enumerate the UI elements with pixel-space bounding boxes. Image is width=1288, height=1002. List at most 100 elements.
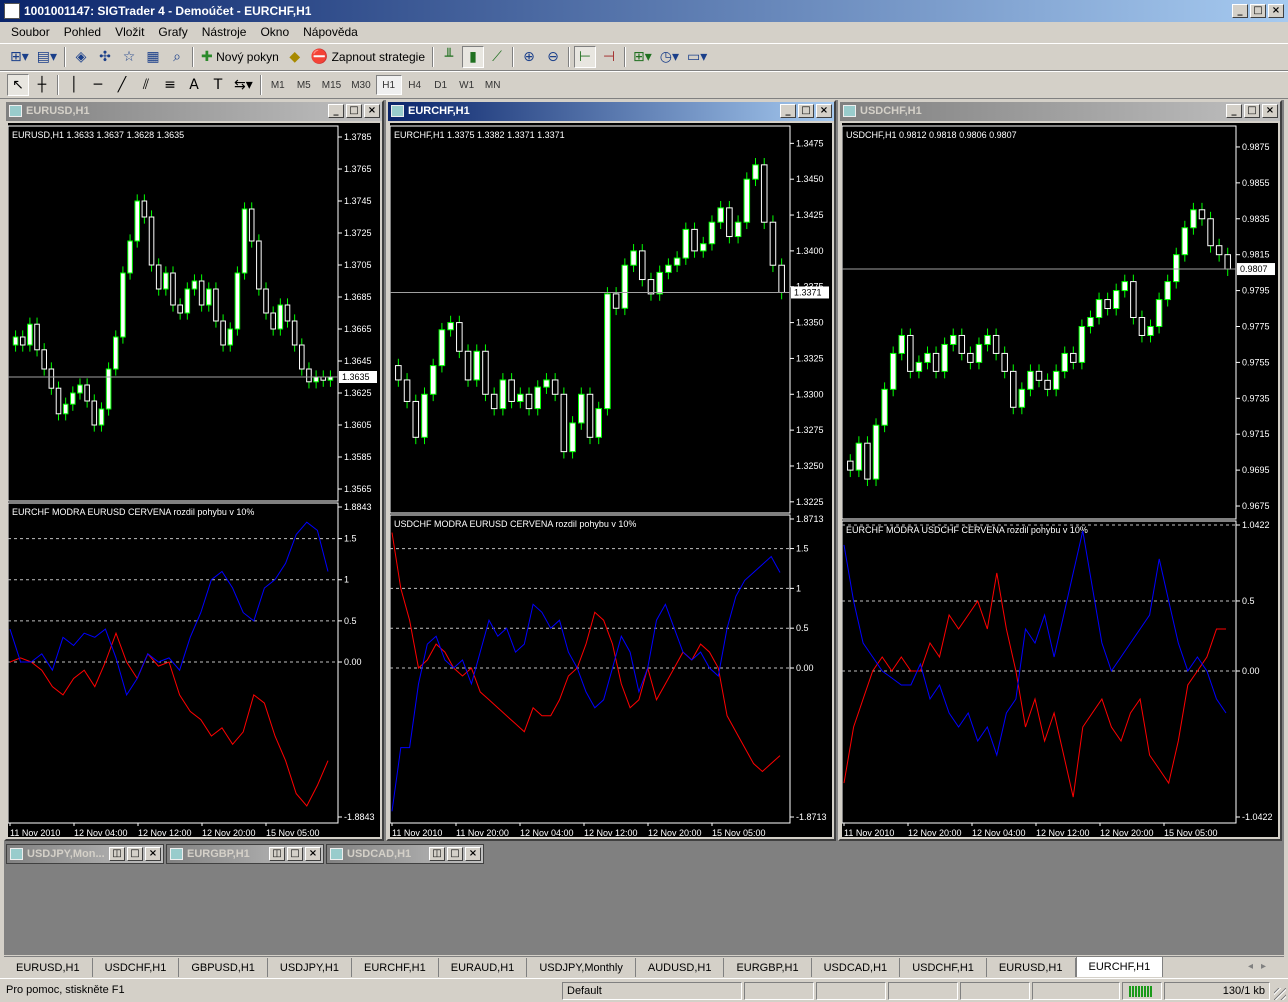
zoom-out-button[interactable]: ⊖	[542, 46, 564, 68]
menu-charts[interactable]: Grafy	[151, 25, 194, 39]
candlestick-button[interactable]: ▮	[462, 46, 484, 68]
menu-help[interactable]: Nápověda	[296, 25, 365, 39]
price-tick-label: 1.3745	[344, 196, 372, 206]
chart-maximize-button[interactable]: □	[798, 104, 814, 118]
horizontal-line-tool[interactable]: ─	[87, 74, 109, 96]
timeframe-m1[interactable]: M1	[265, 75, 291, 95]
timeframe-m5[interactable]: M5	[291, 75, 317, 95]
menu-file[interactable]: Soubor	[4, 25, 57, 39]
chart-close-button[interactable]: ×	[364, 104, 380, 118]
timeframe-h4[interactable]: H4	[402, 75, 428, 95]
chart-window-title-bar[interactable]: USDCHF,H1 _ □ ×	[840, 102, 1280, 121]
tab-eurchf-h1[interactable]: EURCHF,H1	[352, 958, 439, 977]
close-button[interactable]: ×	[305, 847, 321, 861]
meta-editor-button[interactable]: ◆	[284, 46, 306, 68]
chart-window-title-bar[interactable]: EURUSD,H1 _ □ ×	[6, 102, 382, 121]
channel-icon: ⫽	[142, 77, 150, 93]
trend-line-tool[interactable]: ╱	[111, 74, 133, 96]
tab-usdjpy-monthly[interactable]: USDJPY,Monthly	[527, 958, 636, 977]
new-chart-button[interactable]: ⊞▾	[7, 46, 32, 68]
chart-canvas[interactable]: EURCHF,H1 1.3375 1.3382 1.3371 1.3371 1.3…	[390, 123, 832, 837]
menu-window[interactable]: Okno	[253, 25, 296, 39]
timeframe-m30[interactable]: M30	[346, 75, 375, 95]
timeframe-d1[interactable]: D1	[428, 75, 454, 95]
tab-usdchf-h1-2[interactable]: USDCHF,H1	[900, 958, 987, 977]
fibonacci-tool[interactable]: ≡	[159, 74, 181, 96]
minimized-window-usdjpy[interactable]: USDJPY,Mon... ◫ □ ×	[6, 844, 164, 864]
timeframe-w1[interactable]: W1	[454, 75, 480, 95]
periods-button[interactable]: ◷▾	[657, 46, 682, 68]
tab-eurusd-h1[interactable]: EURUSD,H1	[4, 958, 93, 977]
chart-area[interactable]: EURUSD,H1 1.3633 1.3637 1.3628 1.3635 1.3…	[8, 123, 380, 837]
tab-gbpusd-h1[interactable]: GBPUSD,H1	[179, 958, 268, 977]
tab-usdjpy-h1[interactable]: USDJPY,H1	[268, 958, 352, 977]
tab-scroll-arrows[interactable]: ◂▸	[1248, 961, 1274, 972]
menu-tools[interactable]: Nástroje	[195, 25, 254, 39]
chart-window-eurusd[interactable]: EURUSD,H1 _ □ × EURUSD,H1 1.3633 1.3637 …	[4, 100, 384, 841]
restore-button[interactable]: ◫	[429, 847, 445, 861]
chart-minimize-button[interactable]: _	[780, 104, 796, 118]
tab-eurchf-h1-active[interactable]: EURCHF,H1	[1075, 956, 1164, 977]
new-order-button[interactable]: ✚ Nový pokyn	[198, 46, 282, 68]
resize-grip-icon[interactable]	[1274, 988, 1286, 1000]
auto-scroll-button[interactable]: ⊢	[574, 46, 596, 68]
maximize-button[interactable]: □	[287, 847, 303, 861]
timeframe-m15[interactable]: M15	[317, 75, 346, 95]
templates-button[interactable]: ▭▾	[684, 46, 710, 68]
chart-maximize-button[interactable]: □	[346, 104, 362, 118]
restore-button[interactable]: ◫	[109, 847, 125, 861]
bar-chart-button[interactable]: ╨	[438, 46, 460, 68]
label-tool[interactable]: T	[207, 74, 229, 96]
market-watch-button[interactable]: ◈	[70, 46, 92, 68]
timeframe-mn[interactable]: MN	[480, 75, 506, 95]
data-window-button[interactable]: ✣	[94, 46, 116, 68]
maximize-button[interactable]: □	[127, 847, 143, 861]
chart-minimize-button[interactable]: _	[1226, 104, 1242, 118]
crosshair-tool[interactable]: ┼	[31, 74, 53, 96]
indicators-button[interactable]: ⊞▾	[630, 46, 655, 68]
tab-eurgbp-h1[interactable]: EURGBP,H1	[724, 958, 812, 977]
restore-button[interactable]: ◫	[269, 847, 285, 861]
chart-maximize-button[interactable]: □	[1244, 104, 1260, 118]
channel-tool[interactable]: ⫽	[135, 74, 157, 96]
chart-area[interactable]: USDCHF,H1 0.9812 0.9818 0.9806 0.9807 0.9…	[842, 123, 1278, 837]
maximize-button[interactable]: □	[447, 847, 463, 861]
chart-area[interactable]: EURCHF,H1 1.3375 1.3382 1.3371 1.3371 1.3…	[390, 123, 832, 837]
cursor-tool[interactable]: ↖	[7, 74, 29, 96]
timeframe-h1[interactable]: H1	[375, 75, 402, 95]
start-strategy-button[interactable]: ⛔ Zapnout strategie	[308, 46, 428, 68]
navigator-button[interactable]: ☆	[118, 46, 140, 68]
menu-insert[interactable]: Vložit	[108, 25, 151, 39]
minimized-window-eurgbp[interactable]: EURGBP,H1 ◫ □ ×	[166, 844, 324, 864]
tester-button[interactable]: ⌕	[166, 46, 188, 68]
chart-window-title-bar[interactable]: EURCHF,H1 _ □ ×	[388, 102, 834, 121]
chart-shift-button[interactable]: ⊣	[598, 46, 620, 68]
text-tool[interactable]: A	[183, 74, 205, 96]
tab-eurusd-h1-2[interactable]: EURUSD,H1	[987, 958, 1076, 977]
vertical-line-tool[interactable]: │	[63, 74, 85, 96]
arrows-tool[interactable]: ⇆▾	[231, 74, 256, 96]
tab-usdchf-h1[interactable]: USDCHF,H1	[93, 958, 180, 977]
chart-close-button[interactable]: ×	[1262, 104, 1278, 118]
chart-window-eurchf[interactable]: EURCHF,H1 _ □ × EURCHF,H1 1.3375 1.3382 …	[386, 100, 836, 841]
close-button[interactable]: ×	[1268, 4, 1284, 18]
menu-view[interactable]: Pohled	[57, 25, 108, 39]
tab-audusd-h1[interactable]: AUDUSD,H1	[636, 958, 725, 977]
connection-indicator[interactable]	[1122, 982, 1162, 1000]
chart-close-button[interactable]: ×	[816, 104, 832, 118]
minimized-window-usdcad[interactable]: USDCAD,H1 ◫ □ ×	[326, 844, 484, 864]
terminal-button[interactable]: ▦	[142, 46, 164, 68]
chart-window-usdchf[interactable]: USDCHF,H1 _ □ × USDCHF,H1 0.9812 0.9818 …	[838, 100, 1282, 841]
maximize-button[interactable]: □	[1250, 4, 1266, 18]
zoom-in-button[interactable]: ⊕	[518, 46, 540, 68]
tab-euraud-h1[interactable]: EURAUD,H1	[439, 958, 528, 977]
close-button[interactable]: ×	[145, 847, 161, 861]
chart-minimize-button[interactable]: _	[328, 104, 344, 118]
tab-usdcad-h1[interactable]: USDCAD,H1	[812, 958, 901, 977]
profiles-button[interactable]: ▤▾	[34, 46, 60, 68]
chart-canvas[interactable]: EURUSD,H1 1.3633 1.3637 1.3628 1.3635 1.3…	[8, 123, 380, 837]
minimize-button[interactable]: _	[1232, 4, 1248, 18]
chart-canvas[interactable]: USDCHF,H1 0.9812 0.9818 0.9806 0.9807 0.9…	[842, 123, 1278, 837]
line-chart-button[interactable]: ⟋	[486, 46, 508, 68]
close-button[interactable]: ×	[465, 847, 481, 861]
